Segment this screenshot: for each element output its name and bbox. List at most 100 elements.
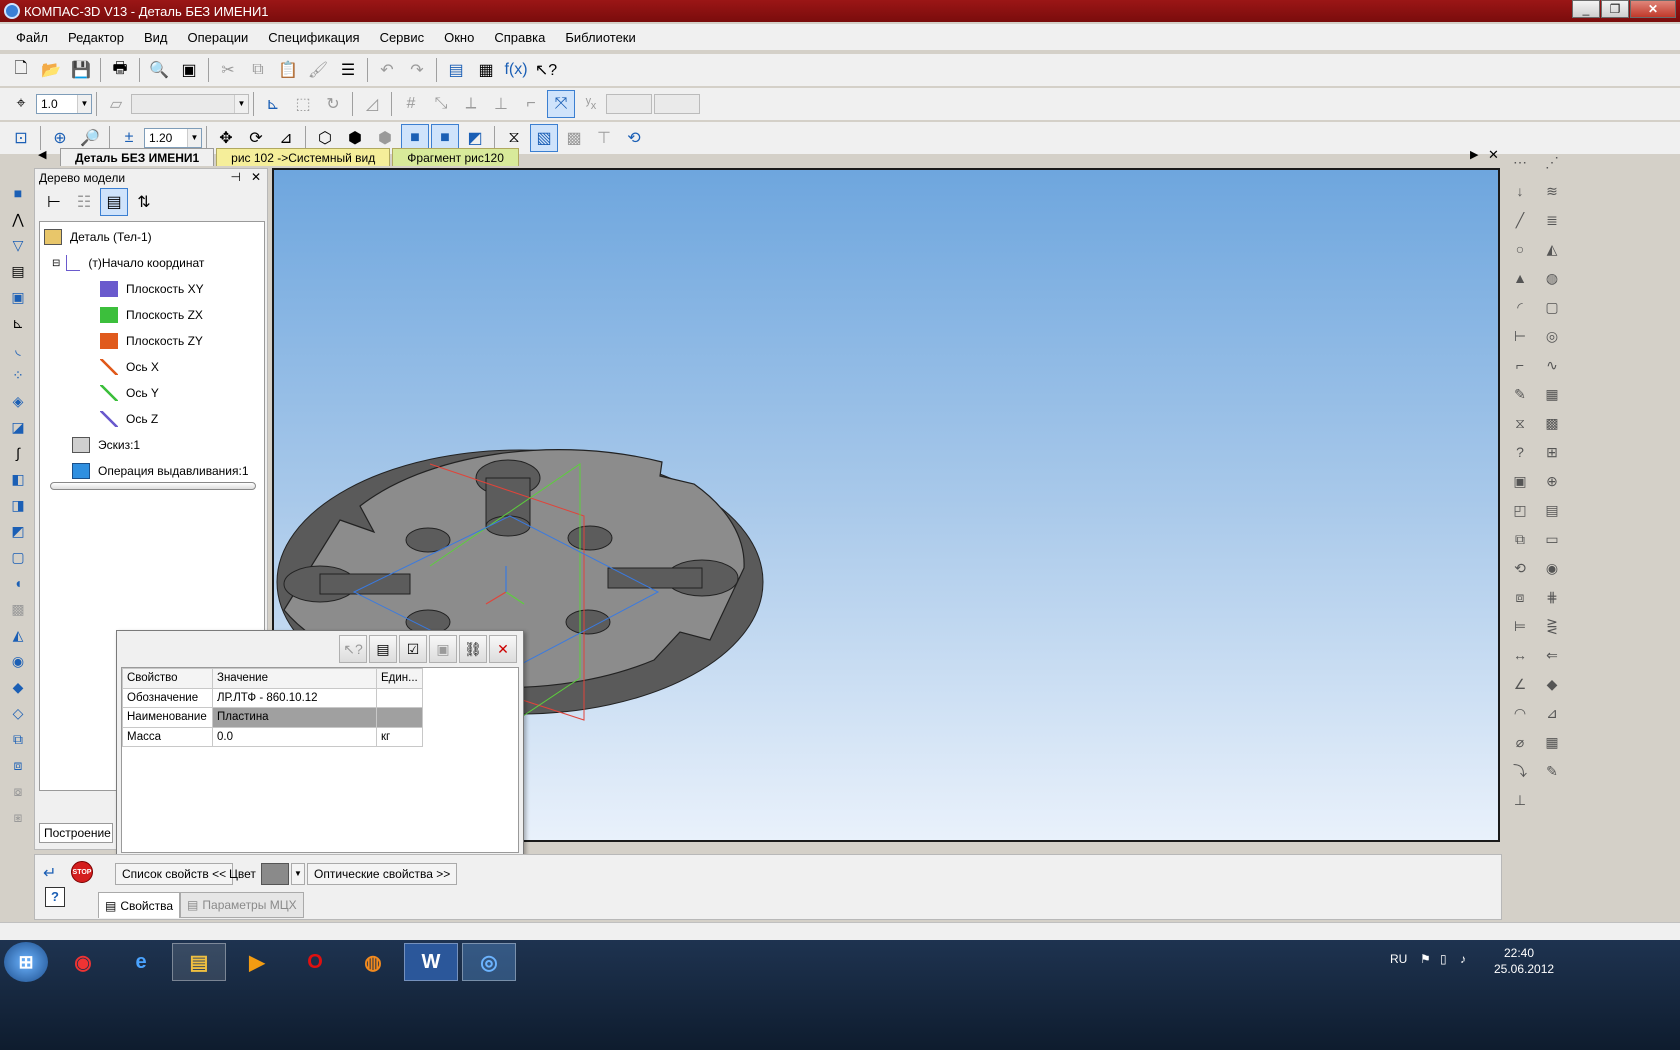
tabs-right-arrow-icon[interactable]: ▶	[1470, 148, 1478, 161]
cursor-step-icon[interactable]: ⌖	[7, 90, 35, 118]
tree-node-extrude[interactable]: Операция выдавливания:1	[72, 460, 249, 482]
chevron-down-icon[interactable]: ▼	[291, 863, 305, 885]
ie-icon[interactable]: e	[114, 943, 168, 981]
help-icon[interactable]: ?	[45, 887, 65, 907]
explorer-icon[interactable]: ▤	[172, 943, 226, 981]
orientation-icon[interactable]: ⬚	[289, 90, 317, 118]
network-icon[interactable]: ▯	[1440, 952, 1447, 966]
restore-button[interactable]: ❐	[1601, 0, 1629, 18]
fillet-icon[interactable]: ◖	[6, 572, 30, 594]
chrome-icon[interactable]: ◉	[56, 943, 110, 981]
table-row[interactable]: Обозначение ЛР.ЛТФ - 860.10.12	[122, 687, 423, 708]
sweep-icon[interactable]: ◆	[6, 676, 30, 698]
tab-construction[interactable]: Построение	[39, 823, 113, 843]
add-point-icon[interactable]: ⊕	[1540, 469, 1564, 493]
open-folder-icon[interactable]: 📂	[37, 56, 65, 84]
rotate-mode-icon[interactable]: ↻	[319, 90, 347, 118]
sphere-tool-icon[interactable]: ◉	[1540, 556, 1564, 580]
menu-libraries[interactable]: Библиотеки	[555, 30, 645, 45]
props-document-icon[interactable]: ▤	[369, 635, 397, 663]
layers-icon[interactable]: ≋	[1540, 179, 1564, 203]
props-link-icon[interactable]: ⛓	[459, 635, 487, 663]
table-tool-icon[interactable]: ▤	[1540, 498, 1564, 522]
circle-icon[interactable]: ○	[1508, 237, 1532, 261]
color-swatch[interactable]	[261, 863, 289, 885]
tree-node-axis-y[interactable]: Ось Y	[100, 382, 159, 404]
width-tool-icon[interactable]: ↔	[1508, 643, 1532, 667]
format-brush-icon[interactable]: 🖌	[304, 56, 332, 84]
surface-grid-icon[interactable]: ▦	[1540, 382, 1564, 406]
menu-specification[interactable]: Спецификация	[258, 30, 369, 45]
enter-arrow-icon[interactable]: ↵	[43, 863, 56, 883]
props-list-icon[interactable]: ☑	[399, 635, 427, 663]
mirror-icon[interactable]: ⧉	[6, 728, 30, 750]
print-icon[interactable]: 🖶	[106, 56, 134, 84]
radius-tool-icon[interactable]: ◠	[1508, 701, 1532, 725]
stop-button[interactable]: STOP	[71, 861, 93, 883]
clock-date[interactable]: 25.06.2012	[1494, 962, 1554, 976]
point-icon[interactable]: ↓	[1508, 179, 1532, 203]
bracket-icon[interactable]: ⌐	[1508, 353, 1532, 377]
chevron-down-icon[interactable]: ▼	[234, 95, 248, 113]
menu-file[interactable]: Файл	[6, 30, 58, 45]
tree-node-origin[interactable]: ⊟ (т)Начало координат	[52, 252, 204, 274]
leader-tool-icon[interactable]: ⤵	[1508, 759, 1532, 783]
start-button[interactable]: ⊞	[4, 942, 48, 982]
cone-icon[interactable]: ◭	[1540, 237, 1564, 261]
local-cs-icon[interactable]: ⟂	[457, 90, 485, 118]
boolean-icon[interactable]: ⧇	[6, 780, 30, 802]
tree-node-plane-zy[interactable]: Плоскость ZY	[100, 330, 203, 352]
menu-view[interactable]: Вид	[134, 30, 178, 45]
zigzag-icon[interactable]: ⋛	[1540, 614, 1564, 638]
stack-icon[interactable]: ≣	[1540, 208, 1564, 232]
step-combo[interactable]: 1.0 ▼	[36, 94, 92, 114]
tab-properties[interactable]: ▤ Свойства	[98, 892, 181, 918]
chevron-down-icon[interactable]: ▼	[77, 95, 91, 113]
dimension-icon[interactable]: ⊢	[1508, 324, 1532, 348]
grid-tool-icon[interactable]: ▦	[1540, 730, 1564, 754]
mesh-icon[interactable]: ▩	[1540, 411, 1564, 435]
measure-tool-icon[interactable]: ⊾	[6, 312, 30, 334]
paste-icon[interactable]: 📋	[274, 56, 302, 84]
close-tab-icon[interactable]: ✕	[1488, 147, 1499, 163]
ortho-icon[interactable]: ⌐	[517, 90, 545, 118]
hatch-icon[interactable]: ⋕	[1540, 585, 1564, 609]
pattern-icon[interactable]: ⧈	[6, 754, 30, 776]
filter-funnel-icon[interactable]: ▽	[6, 234, 30, 256]
tree-node-plane-xy[interactable]: Плоскость XY	[100, 278, 204, 300]
context-help-icon[interactable]: ↖?	[532, 56, 560, 84]
arrow-left-icon[interactable]: ⇐	[1540, 643, 1564, 667]
close-window-button[interactable]: ✕	[1630, 0, 1676, 18]
chamfer-icon[interactable]: ▩	[6, 598, 30, 620]
table-row[interactable]: Масса 0.0 кг	[122, 726, 423, 747]
redo-icon[interactable]: ↷	[403, 56, 431, 84]
undo-icon[interactable]: ↶	[373, 56, 401, 84]
layer-icon[interactable]: ▱	[102, 90, 130, 118]
props-help-icon[interactable]: ↖?	[339, 635, 367, 663]
copy-tool-icon[interactable]: ⧉	[1508, 527, 1532, 551]
preview-icon[interactable]: 🔍	[145, 56, 173, 84]
collapse-icon[interactable]: ⊟	[52, 258, 60, 269]
cylinder-icon[interactable]: ◍	[1540, 266, 1564, 290]
coord-x-field[interactable]	[606, 94, 652, 114]
triangle-icon[interactable]: ▲	[1508, 266, 1532, 290]
tab-detail[interactable]: Деталь БЕЗ ИМЕНИ1	[60, 148, 215, 166]
minimize-button[interactable]: _	[1572, 0, 1600, 18]
split-line-icon[interactable]: ⋯	[1508, 150, 1532, 174]
menu-editor[interactable]: Редактор	[58, 30, 134, 45]
tab-fig102[interactable]: рис 102 ->Системный вид	[216, 148, 391, 166]
stairs-icon[interactable]: ⋰	[1540, 150, 1564, 174]
properties-list-icon[interactable]: ☰	[334, 56, 362, 84]
snap-icon[interactable]: ⤡	[427, 90, 455, 118]
tree-node-axis-z[interactable]: Ось Z	[100, 408, 158, 430]
tabs-left-arrow-icon[interactable]: ◀	[38, 148, 46, 161]
props-list-button[interactable]: Список свойств <<	[115, 863, 234, 885]
spatial-curves-icon[interactable]: ◟	[6, 338, 30, 360]
revolve-icon[interactable]: ◩	[6, 520, 30, 542]
specification-icon[interactable]: ▤	[6, 260, 30, 282]
flag-icon[interactable]: ⚑	[1420, 952, 1431, 966]
layer-combo[interactable]: ▼	[131, 94, 249, 114]
library-manager-icon[interactable]: ▤	[442, 56, 470, 84]
volume-icon[interactable]: ♪	[1460, 952, 1466, 966]
fx-icon[interactable]: f(x)	[502, 56, 530, 84]
